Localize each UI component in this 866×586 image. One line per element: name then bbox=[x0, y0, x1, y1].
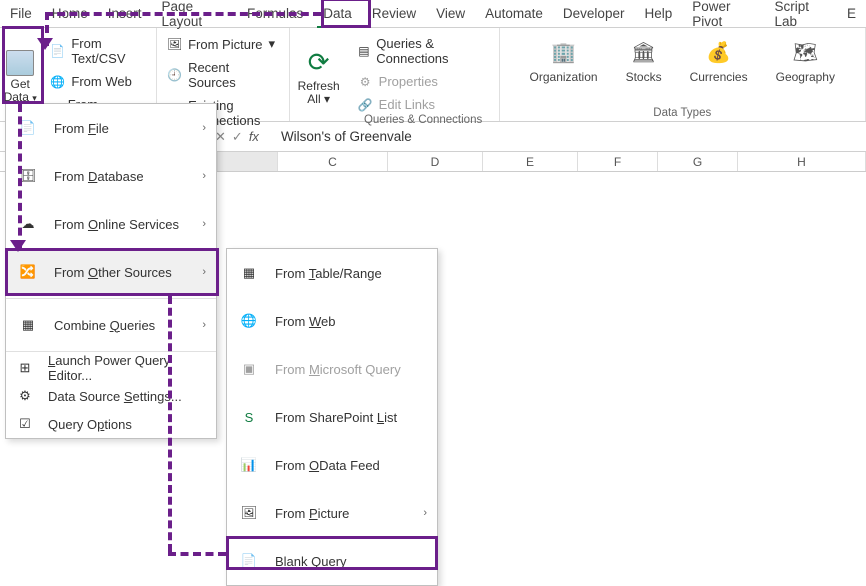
links-icon: 🔗 bbox=[358, 97, 373, 112]
database-icon: 🗄 bbox=[16, 164, 40, 188]
refresh-all-button[interactable]: ⟳ RefreshAll ▾ bbox=[290, 28, 348, 121]
datatype-currencies[interactable]: 💰Currencies bbox=[690, 40, 748, 84]
submenu-from-ms-query: ▣ From Microsoft Query bbox=[227, 345, 437, 393]
tab-automate[interactable]: Automate bbox=[475, 0, 553, 27]
web-icon: 🌐 bbox=[237, 309, 261, 333]
get-data-icon bbox=[6, 50, 34, 76]
submenu-from-table-range[interactable]: ▦ From Table/Range bbox=[227, 249, 437, 297]
chevron-right-icon: › bbox=[202, 319, 206, 331]
fx-icon[interactable]: fx bbox=[249, 129, 265, 144]
other-sources-submenu: ▦ From Table/Range 🌐 From Web ▣ From Mic… bbox=[226, 248, 438, 586]
colhdr-h[interactable]: H bbox=[738, 152, 866, 171]
from-text-csv-button[interactable]: 📄From Text/CSV bbox=[50, 36, 146, 66]
colhdr-g[interactable]: G bbox=[658, 152, 738, 171]
currencies-icon: 💰 bbox=[705, 40, 733, 64]
tab-review[interactable]: Review bbox=[362, 0, 426, 27]
tab-script-lab[interactable]: Script Lab bbox=[764, 0, 837, 27]
menu-from-other-sources[interactable]: 🔀 From Other Sources › bbox=[6, 248, 216, 296]
arrow-head-icon bbox=[10, 240, 26, 252]
get-data-label: GetData ▾ bbox=[4, 78, 37, 105]
qc-icon: ▤ bbox=[358, 44, 371, 59]
chevron-right-icon: › bbox=[423, 507, 427, 519]
cloud-icon: ☁ bbox=[16, 212, 40, 236]
recent-icon: 🕘 bbox=[167, 68, 182, 83]
submenu-from-picture[interactable]: 🖼 From Picture › bbox=[227, 489, 437, 537]
tab-data[interactable]: Data bbox=[313, 0, 362, 27]
web-icon: 🌐 bbox=[50, 74, 65, 89]
datatypes-group-label: Data Types bbox=[510, 105, 855, 119]
colhdr-d[interactable]: D bbox=[388, 152, 483, 171]
odata-icon: 📊 bbox=[237, 453, 261, 477]
edit-links-button: 🔗Edit Links bbox=[358, 97, 489, 112]
menu-data-source-settings[interactable]: ⚙ Data Source Settings... bbox=[6, 382, 216, 410]
table-icon: ▦ bbox=[237, 261, 261, 285]
colhdr-f[interactable]: F bbox=[578, 152, 658, 171]
organization-icon: 🏢 bbox=[550, 40, 578, 64]
submenu-from-sharepoint-list[interactable]: S From SharePoint List bbox=[227, 393, 437, 441]
refresh-icon: ⟳ bbox=[308, 47, 330, 78]
colhdr-e[interactable]: E bbox=[483, 152, 578, 171]
qc-group-label: Queries & Connections bbox=[358, 112, 489, 126]
confirm-formula-icon[interactable]: ✓ bbox=[232, 129, 243, 145]
stocks-icon: 🏛 bbox=[630, 40, 658, 64]
from-web-button[interactable]: 🌐From Web bbox=[50, 74, 146, 89]
file-icon: 📄 bbox=[16, 116, 40, 140]
submenu-from-web[interactable]: 🌐 From Web bbox=[227, 297, 437, 345]
menu-combine-queries[interactable]: ▦ Combine Queries › bbox=[6, 301, 216, 349]
properties-icon: ⚙ bbox=[358, 74, 373, 89]
combine-icon: ▦ bbox=[16, 313, 40, 337]
chevron-right-icon: › bbox=[202, 122, 206, 134]
chevron-right-icon: › bbox=[202, 170, 206, 182]
datatype-stocks[interactable]: 🏛Stocks bbox=[626, 40, 662, 84]
tab-page-layout[interactable]: Page Layout bbox=[152, 0, 237, 27]
menu-from-database[interactable]: 🗄 From Database › bbox=[6, 152, 216, 200]
chevron-right-icon: › bbox=[202, 218, 206, 230]
menu-launch-pq-editor[interactable]: ⊞ Launch Power Query Editor... bbox=[6, 354, 216, 382]
get-data-menu: 📄 From File › 🗄 From Database › ☁ From O… bbox=[5, 103, 217, 439]
blank-query-icon: 📄 bbox=[237, 549, 261, 573]
arrow-head-icon bbox=[37, 38, 53, 50]
ms-query-icon: ▣ bbox=[237, 357, 261, 381]
tab-formulas[interactable]: Formulas bbox=[237, 0, 313, 27]
geography-icon: 🗺 bbox=[791, 40, 819, 64]
settings-icon: ⚙ bbox=[16, 387, 34, 405]
tab-file[interactable]: File bbox=[0, 0, 42, 27]
colhdr-c[interactable]: C bbox=[278, 152, 388, 171]
tab-view[interactable]: View bbox=[426, 0, 475, 27]
picture-icon: 🖼 bbox=[167, 37, 182, 52]
sharepoint-icon: S bbox=[237, 405, 261, 429]
recent-sources-button[interactable]: 🕘Recent Sources bbox=[167, 60, 279, 90]
formula-input[interactable] bbox=[271, 129, 866, 144]
picture-icon: 🖼 bbox=[237, 501, 261, 525]
annotation-arrow bbox=[168, 552, 226, 556]
ribbon-tabs: File Home Insert Page Layout Formulas Da… bbox=[0, 0, 866, 28]
tab-extra[interactable]: E bbox=[837, 0, 866, 27]
other-sources-icon: 🔀 bbox=[16, 260, 40, 284]
tab-insert[interactable]: Insert bbox=[98, 0, 152, 27]
tab-developer[interactable]: Developer bbox=[553, 0, 635, 27]
colhdr-active[interactable] bbox=[218, 152, 278, 171]
submenu-blank-query[interactable]: 📄 Blank Query bbox=[227, 537, 437, 585]
menu-query-options[interactable]: ☑ Query Options bbox=[6, 410, 216, 438]
menu-from-online-services[interactable]: ☁ From Online Services › bbox=[6, 200, 216, 248]
tab-home[interactable]: Home bbox=[42, 0, 98, 27]
menu-from-file[interactable]: 📄 From File › bbox=[6, 104, 216, 152]
datatype-organization[interactable]: 🏢Organization bbox=[530, 40, 598, 84]
tab-help[interactable]: Help bbox=[634, 0, 682, 27]
datatype-geography[interactable]: 🗺Geography bbox=[776, 40, 835, 84]
pq-icon: ⊞ bbox=[16, 359, 34, 377]
submenu-from-odata-feed[interactable]: 📊 From OData Feed bbox=[227, 441, 437, 489]
properties-button: ⚙Properties bbox=[358, 74, 489, 89]
tab-power-pivot[interactable]: Power Pivot bbox=[682, 0, 764, 27]
chevron-right-icon: › bbox=[202, 266, 206, 278]
queries-connections-button[interactable]: ▤Queries & Connections bbox=[358, 36, 489, 66]
options-icon: ☑ bbox=[16, 415, 34, 433]
from-picture-button[interactable]: 🖼From Picture ▾ bbox=[167, 36, 279, 52]
